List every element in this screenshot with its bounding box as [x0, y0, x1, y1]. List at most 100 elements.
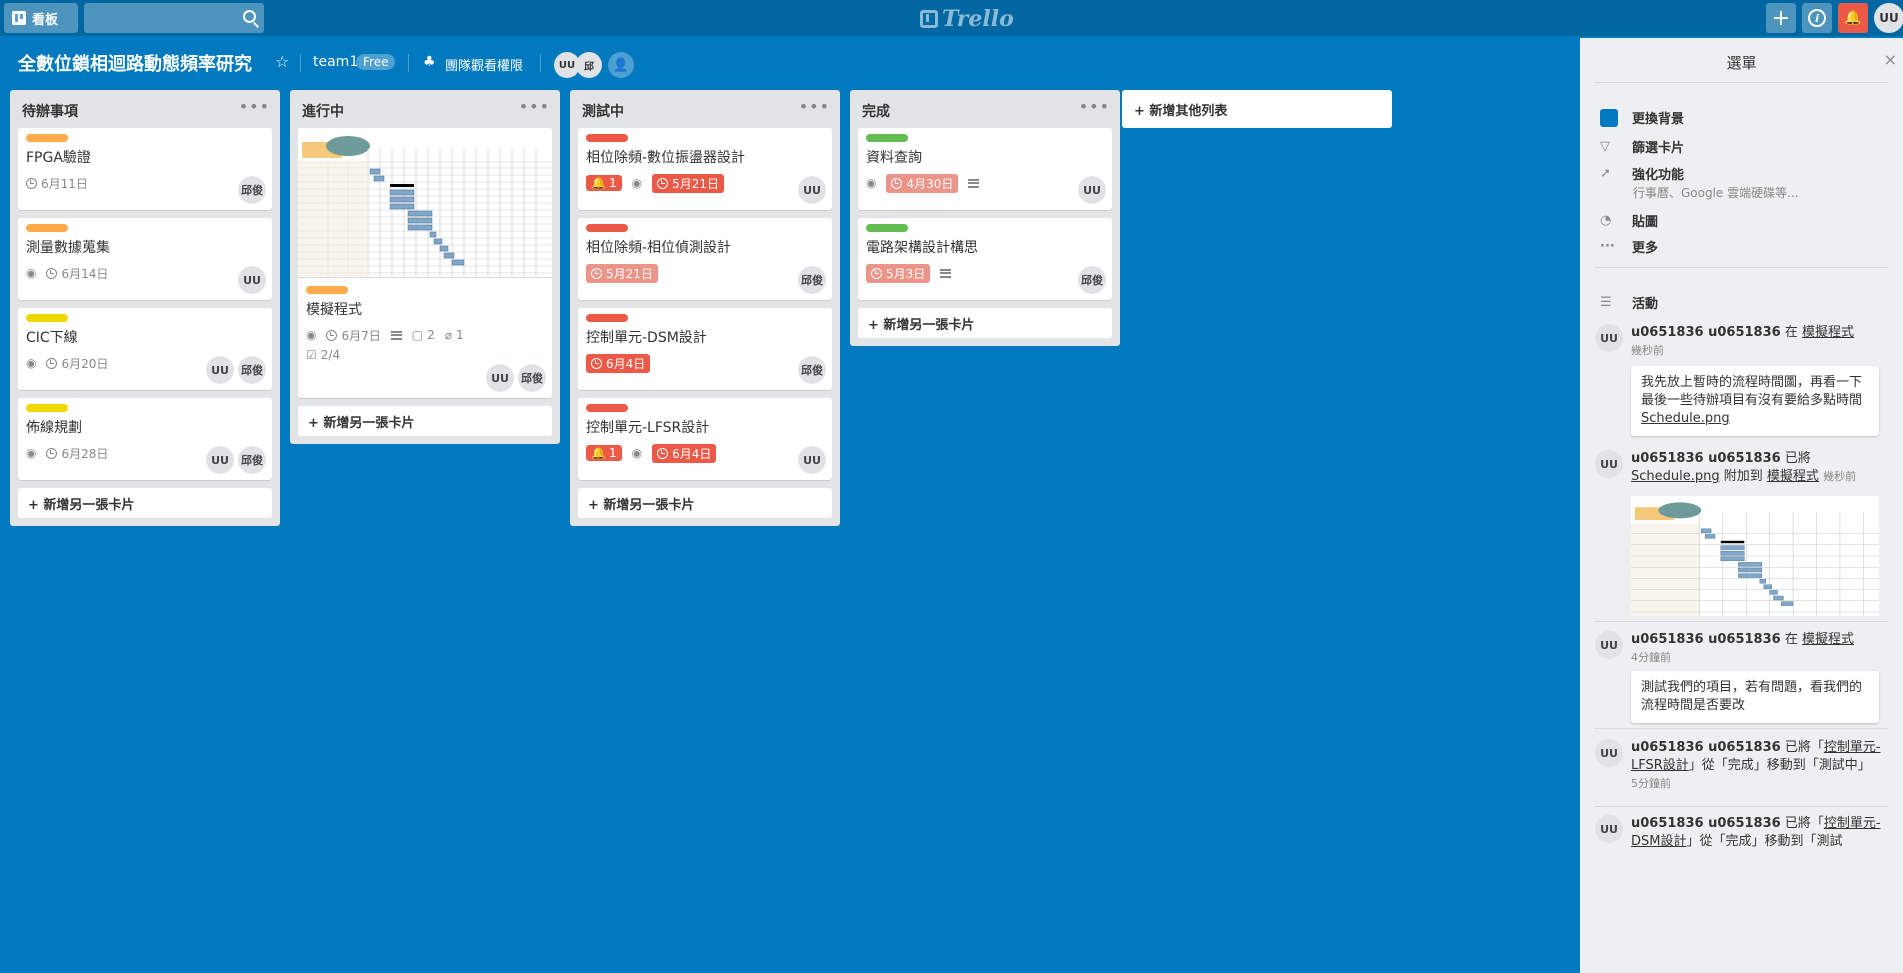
activity-card-link[interactable]: 模擬程式: [1767, 469, 1819, 484]
card[interactable]: 相位除頻-數位振盪器設計 🔔 1 ◉ 5月21日 UU: [578, 128, 832, 210]
divider: [1595, 621, 1888, 622]
member-avatar[interactable]: UU: [798, 446, 826, 474]
card-label[interactable]: [586, 404, 628, 412]
activity-avatar[interactable]: UU: [1595, 739, 1623, 767]
member-avatar[interactable]: 邱俊: [1078, 266, 1106, 294]
star-icon[interactable]: ☆: [275, 52, 289, 71]
card-label[interactable]: [866, 134, 908, 142]
change-background-item[interactable]: 更換背景: [1600, 108, 1684, 127]
card[interactable]: CIC下線 ◉ 6月20日 UU 邱俊: [18, 308, 272, 390]
add-card-button[interactable]: + 新增另一張卡片: [298, 406, 552, 436]
activity-user[interactable]: u0651836 u0651836: [1631, 740, 1781, 755]
member-avatar[interactable]: 邱俊: [238, 356, 266, 384]
card[interactable]: 模擬程式 ◉ 6月7日 ▢ 2 ⌀ 1 ☑ 2/4 UU 邱俊: [298, 128, 552, 398]
due-date-badge: 5月3日: [866, 263, 931, 283]
card[interactable]: FPGA驗證 6月11日 邱俊: [18, 128, 272, 210]
close-icon[interactable]: ×: [1884, 50, 1897, 69]
card-label[interactable]: [586, 314, 628, 322]
member-avatar[interactable]: 邱俊: [238, 176, 266, 204]
card-label[interactable]: [26, 314, 68, 322]
power-ups-item[interactable]: ➚ 強化功能: [1600, 164, 1684, 183]
list-header[interactable]: 測試中 •••: [570, 90, 840, 128]
list-header[interactable]: 待辦事項 •••: [10, 90, 280, 128]
filter-cards-item[interactable]: ▽ 篩選卡片: [1600, 137, 1684, 156]
list-title[interactable]: 測試中: [582, 101, 624, 121]
activity-time[interactable]: 5分鐘前: [1631, 777, 1671, 790]
notifications-button[interactable]: 🔔: [1838, 3, 1868, 33]
card[interactable]: 測量數據蒐集 ◉ 6月14日 UU: [18, 218, 272, 300]
card[interactable]: 控制單元-DSM設計 6月4日 邱俊: [578, 308, 832, 390]
more-item[interactable]: ··· 更多: [1600, 237, 1658, 256]
clock-icon: [46, 357, 58, 369]
add-card-button[interactable]: + 新增另一張卡片: [858, 308, 1112, 338]
list-header[interactable]: 進行中 •••: [290, 90, 560, 128]
card[interactable]: 佈線規劃 ◉ 6月28日 UU 邱俊: [18, 398, 272, 480]
member-avatar[interactable]: UU: [238, 266, 266, 294]
member-avatar[interactable]: UU: [1078, 176, 1106, 204]
member-avatar[interactable]: UU: [486, 364, 514, 392]
member-avatar[interactable]: 邱俊: [238, 446, 266, 474]
card-label[interactable]: [586, 134, 628, 142]
attachment-preview-image[interactable]: [1631, 496, 1879, 616]
card[interactable]: 相位除頻-相位偵測設計 5月21日 邱俊: [578, 218, 832, 300]
card-label[interactable]: [26, 134, 68, 142]
boards-button[interactable]: 看板: [4, 3, 78, 33]
activity-avatar[interactable]: UU: [1595, 324, 1623, 352]
member-avatar[interactable]: UU: [206, 356, 234, 384]
card[interactable]: 電路架構設計構思 5月3日 邱俊: [858, 218, 1112, 300]
add-list-button[interactable]: + 新增其他列表: [1122, 90, 1392, 128]
info-button[interactable]: i: [1802, 3, 1832, 33]
member-avatar[interactable]: UU: [798, 176, 826, 204]
activity-time[interactable]: 幾秒前: [1823, 470, 1856, 483]
card-label[interactable]: [26, 224, 68, 232]
activity-card-link[interactable]: 模擬程式: [1802, 325, 1854, 340]
visibility-label[interactable]: 團隊觀看權限: [445, 55, 523, 74]
member-avatar[interactable]: 邱俊: [798, 266, 826, 294]
add-button[interactable]: +: [1766, 3, 1796, 33]
add-card-button[interactable]: + 新增另一張卡片: [578, 488, 832, 518]
card[interactable]: 控制單元-LFSR設計 🔔 1 ◉ 6月4日 UU: [578, 398, 832, 480]
card-label[interactable]: [26, 404, 68, 412]
member-avatar[interactable]: 邱: [576, 52, 602, 78]
member-avatar[interactable]: UU: [206, 446, 234, 474]
activity-card-link[interactable]: 模擬程式: [1802, 632, 1854, 647]
activity-time[interactable]: 幾秒前: [1631, 344, 1664, 357]
search-icon[interactable]: [243, 10, 256, 23]
activity-user[interactable]: u0651836 u0651836: [1631, 451, 1781, 466]
list-title[interactable]: 完成: [862, 101, 890, 121]
card-label[interactable]: [306, 286, 348, 294]
attachment-link[interactable]: Schedule.png: [1631, 469, 1720, 484]
activity-user[interactable]: u0651836 u0651836: [1631, 816, 1781, 831]
activity-avatar[interactable]: UU: [1595, 815, 1623, 843]
card-label[interactable]: [866, 224, 908, 232]
card-label[interactable]: [586, 224, 628, 232]
board-header: 全數位鎖相迴路動態頻率研究 ☆ team1 Free ♣ 團隊觀看權限 UU 邱…: [0, 40, 1580, 84]
activity-user[interactable]: u0651836 u0651836: [1631, 325, 1781, 340]
activity-user[interactable]: u0651836 u0651836: [1631, 632, 1781, 647]
list-header[interactable]: 完成 •••: [850, 90, 1120, 128]
member-avatar[interactable]: 邱俊: [798, 356, 826, 384]
add-card-button[interactable]: + 新增另一張卡片: [18, 488, 272, 518]
more-icon[interactable]: •••: [799, 97, 830, 116]
search-input[interactable]: [84, 3, 264, 33]
activity-header: ☰ 活動: [1600, 293, 1658, 312]
board-title[interactable]: 全數位鎖相迴路動態頻率研究: [18, 50, 252, 76]
stickers-item[interactable]: ◔ 貼圖: [1600, 211, 1658, 230]
team-visibility-icon[interactable]: ♣: [423, 54, 436, 70]
card[interactable]: 資料查詢 ◉ 4月30日 UU: [858, 128, 1112, 210]
activity-avatar[interactable]: UU: [1595, 450, 1623, 478]
attachment-link[interactable]: Schedule.png: [1641, 411, 1730, 426]
list-title[interactable]: 待辦事項: [22, 101, 78, 121]
more-icon[interactable]: •••: [239, 97, 270, 116]
more-icon[interactable]: •••: [1079, 97, 1110, 116]
member-avatar[interactable]: 邱俊: [518, 364, 546, 392]
trello-logo[interactable]: Trello: [920, 6, 1014, 32]
activity-time[interactable]: 4分鐘前: [1631, 651, 1671, 664]
activity-avatar[interactable]: UU: [1595, 631, 1623, 659]
list-title[interactable]: 進行中: [302, 101, 344, 121]
list-todo: 待辦事項 ••• FPGA驗證 6月11日 邱俊 測量數據蒐集 ◉ 6月14日 U…: [10, 90, 280, 526]
user-avatar[interactable]: UU: [1874, 3, 1903, 33]
team-name[interactable]: team1: [313, 54, 358, 70]
more-icon[interactable]: •••: [519, 97, 550, 116]
invite-member-icon[interactable]: 👤: [608, 52, 634, 78]
